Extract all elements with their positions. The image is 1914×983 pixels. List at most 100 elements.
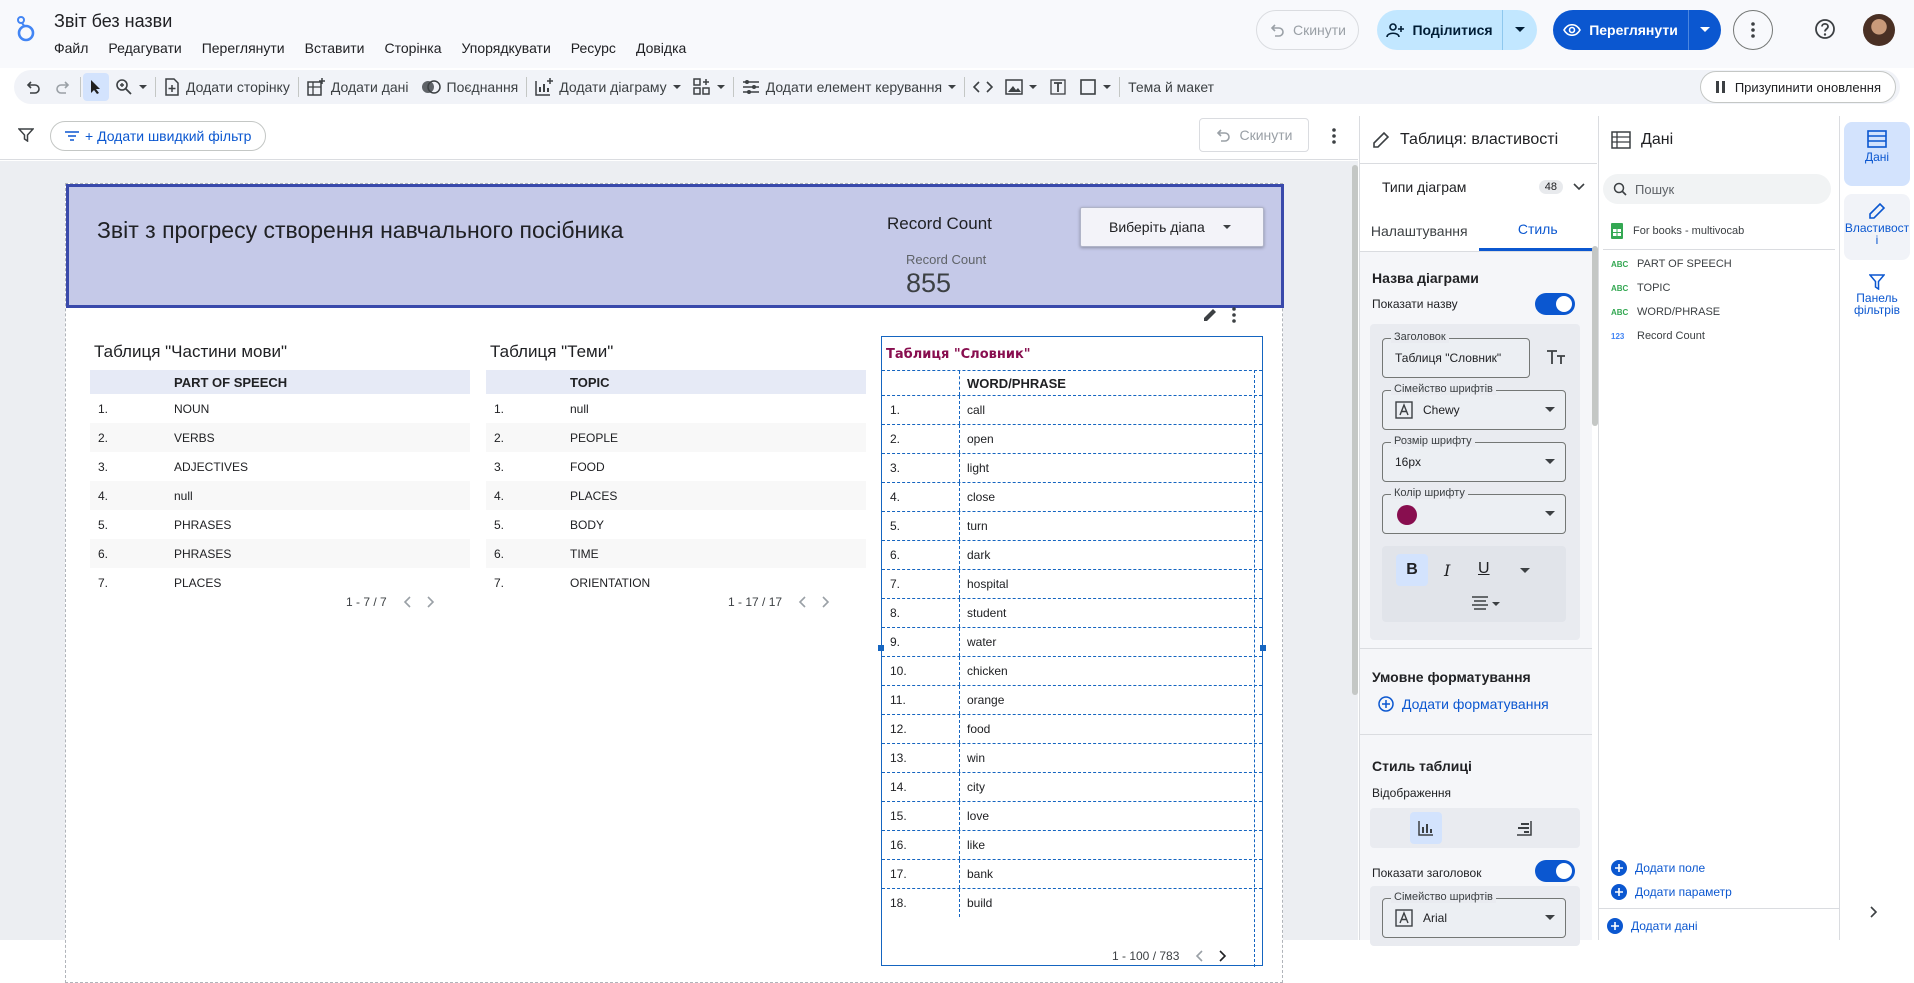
table-row[interactable]: 4. close <box>882 482 1262 511</box>
table-row[interactable]: 6. dark <box>882 540 1262 569</box>
more-vert-icon[interactable] <box>1232 307 1236 323</box>
table-row[interactable]: 4. null <box>90 481 470 510</box>
chevron-right-icon[interactable] <box>427 596 435 608</box>
table-row[interactable]: 13. win <box>882 743 1262 772</box>
blend-button[interactable]: Поєднання <box>415 70 525 104</box>
share-dropdown-icon[interactable] <box>1503 27 1537 33</box>
rail-properties-button[interactable]: Властивості <box>1844 194 1910 260</box>
table-row[interactable]: 2. VERBS <box>90 423 470 452</box>
table-row[interactable]: 5. BODY <box>486 510 866 539</box>
chevron-right-icon[interactable] <box>822 596 830 608</box>
table-header[interactable]: PART OF SPEECH <box>90 370 470 394</box>
chevron-left-icon[interactable] <box>798 596 806 608</box>
chart-types-selector[interactable]: Типи діаграм 48 <box>1360 164 1597 210</box>
table-header[interactable]: WORD/PHRASE <box>882 370 1262 395</box>
menu-help[interactable]: Довідка <box>636 38 696 58</box>
reset-filters-button[interactable]: Скинути <box>1199 118 1309 152</box>
add-control-button[interactable]: Додати елемент керування <box>736 70 962 104</box>
chevron-right-icon[interactable] <box>1870 906 1878 918</box>
add-data-button[interactable]: Додати дані <box>1607 918 1698 934</box>
hbar-chart-icon[interactable] <box>1516 820 1532 836</box>
view-dropdown-icon[interactable] <box>1689 27 1721 33</box>
table-row[interactable]: 17. bank <box>882 859 1262 888</box>
add-page-button[interactable]: Додати сторінку <box>158 70 296 104</box>
help-icon[interactable] <box>1814 18 1836 40</box>
underline-icon[interactable]: U <box>1478 560 1490 578</box>
title-field[interactable]: Заголовок Таблиця "Словник" <box>1382 331 1530 378</box>
table-row[interactable]: 7. ORIENTATION <box>486 568 866 597</box>
report-title[interactable]: Звіт без назви <box>54 11 172 32</box>
view-button[interactable]: Переглянути <box>1553 10 1721 50</box>
table-row[interactable]: 3. ADJECTIVES <box>90 452 470 481</box>
pause-updates-button[interactable]: Призупинити оновлення <box>1699 71 1896 103</box>
avatar[interactable] <box>1863 14 1895 46</box>
tab-setup[interactable]: Налаштування <box>1360 210 1479 251</box>
chevron-right-icon[interactable] <box>1219 950 1227 962</box>
font-family-select[interactable]: Сімейство шрифтів Chewy <box>1382 383 1566 430</box>
topic-table[interactable]: TOPIC 1. null 2. PEOPLE 3. FOOD 4. PLACES 5.… <box>486 370 866 597</box>
table-row[interactable]: 9. water <box>882 627 1262 656</box>
field-word-phrase[interactable]: ABC WORD/PHRASE <box>1611 306 1720 318</box>
table-row[interactable]: 15. love <box>882 801 1262 830</box>
table-row[interactable]: 2. PEOPLE <box>486 423 866 452</box>
text-icon[interactable] <box>1043 70 1073 104</box>
menu-resource[interactable]: Ресурс <box>571 38 626 58</box>
table-row[interactable]: 7. hospital <box>882 569 1262 598</box>
more-options-icon[interactable] <box>1733 10 1773 50</box>
rail-data-button[interactable]: Дані <box>1844 122 1910 186</box>
field-record-count[interactable]: 123 Record Count <box>1611 330 1705 342</box>
community-viz-icon[interactable] <box>687 70 731 104</box>
table-row[interactable]: 1. call <box>882 395 1262 424</box>
menu-insert[interactable]: Вставити <box>305 38 375 58</box>
header-font-family-select[interactable]: Сімейство шрифтів Arial <box>1382 891 1566 938</box>
table-row[interactable]: 12. food <box>882 714 1262 743</box>
table-row[interactable]: 14. city <box>882 772 1262 801</box>
table-row[interactable]: 6. TIME <box>486 539 866 568</box>
scorecard-title[interactable]: Record Count <box>887 214 992 234</box>
filter-icon[interactable] <box>18 128 34 142</box>
text-format-icon[interactable] <box>1546 348 1566 366</box>
undo-icon[interactable] <box>14 70 48 104</box>
show-header-toggle[interactable] <box>1535 860 1575 882</box>
table-row[interactable]: 1. null <box>486 394 866 423</box>
table-row[interactable]: 2. open <box>882 424 1262 453</box>
menu-page[interactable]: Сторінка <box>385 38 452 58</box>
image-icon[interactable] <box>999 70 1043 104</box>
bar-chart-icon[interactable] <box>1410 812 1442 844</box>
shape-icon[interactable] <box>1073 70 1117 104</box>
field-topic[interactable]: ABC TOPIC <box>1611 282 1670 294</box>
add-field-button[interactable]: Додати поле <box>1611 860 1705 876</box>
table-row[interactable]: 3. light <box>882 453 1262 482</box>
align-icon[interactable] <box>1472 596 1500 610</box>
table-header[interactable]: TOPIC <box>486 370 866 394</box>
table-row[interactable]: 18. build <box>882 888 1262 917</box>
chevron-left-icon[interactable] <box>1195 950 1203 962</box>
italic-icon[interactable]: I <box>1444 561 1450 580</box>
add-chart-button[interactable]: Додати діаграму <box>529 70 686 104</box>
vocab-table[interactable]: Таблиця "Словник" WORD/PHRASE 1. call 2. op… <box>878 307 1266 967</box>
font-color-select[interactable]: Колір шрифту <box>1382 487 1566 534</box>
table-row[interactable]: 5. PHRASES <box>90 510 470 539</box>
menu-file[interactable]: Файл <box>54 38 98 58</box>
more-vert-icon[interactable] <box>1332 128 1336 144</box>
menu-view[interactable]: Переглянути <box>202 38 295 58</box>
select-tool-icon[interactable] <box>83 73 109 101</box>
add-data-button[interactable]: Додати дані <box>301 70 415 104</box>
show-title-toggle[interactable] <box>1535 293 1575 315</box>
data-source[interactable]: For books - multivocab <box>1611 223 1744 239</box>
looker-studio-logo[interactable] <box>14 14 38 42</box>
code-icon[interactable] <box>967 70 999 104</box>
edit-icon[interactable] <box>1202 307 1218 323</box>
theme-layout-button[interactable]: Тема й макет <box>1122 70 1220 104</box>
redo-icon[interactable] <box>48 70 78 104</box>
add-parameter-button[interactable]: Додати параметр <box>1611 884 1732 900</box>
menu-arrange[interactable]: Упорядкувати <box>462 38 561 58</box>
table-row[interactable]: 7. PLACES <box>90 568 470 597</box>
table-row[interactable]: 1. NOUN <box>90 394 470 423</box>
tab-style[interactable]: Стиль <box>1478 210 1597 251</box>
chevron-down-icon[interactable] <box>1520 568 1530 573</box>
add-format-button[interactable]: Додати форматування <box>1378 696 1549 712</box>
table-row[interactable]: 8. student <box>882 598 1262 627</box>
font-size-select[interactable]: Розмір шрифту 16px <box>1382 435 1566 482</box>
field-part-of-speech[interactable]: ABC PART OF SPEECH <box>1611 258 1732 270</box>
